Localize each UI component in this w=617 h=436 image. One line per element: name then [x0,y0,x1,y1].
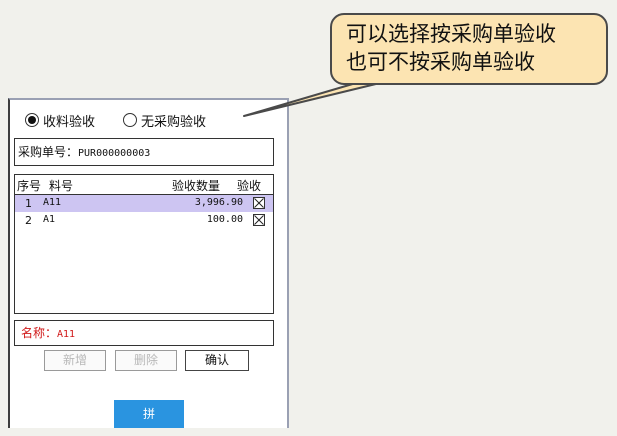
callout-bubble: 可以选择按采购单验收 也可不按采购单验收 [330,13,608,85]
callout-line-2: 也可不按采购单验收 [346,50,535,74]
callout-line-1: 可以选择按采购单验收 [346,22,556,46]
